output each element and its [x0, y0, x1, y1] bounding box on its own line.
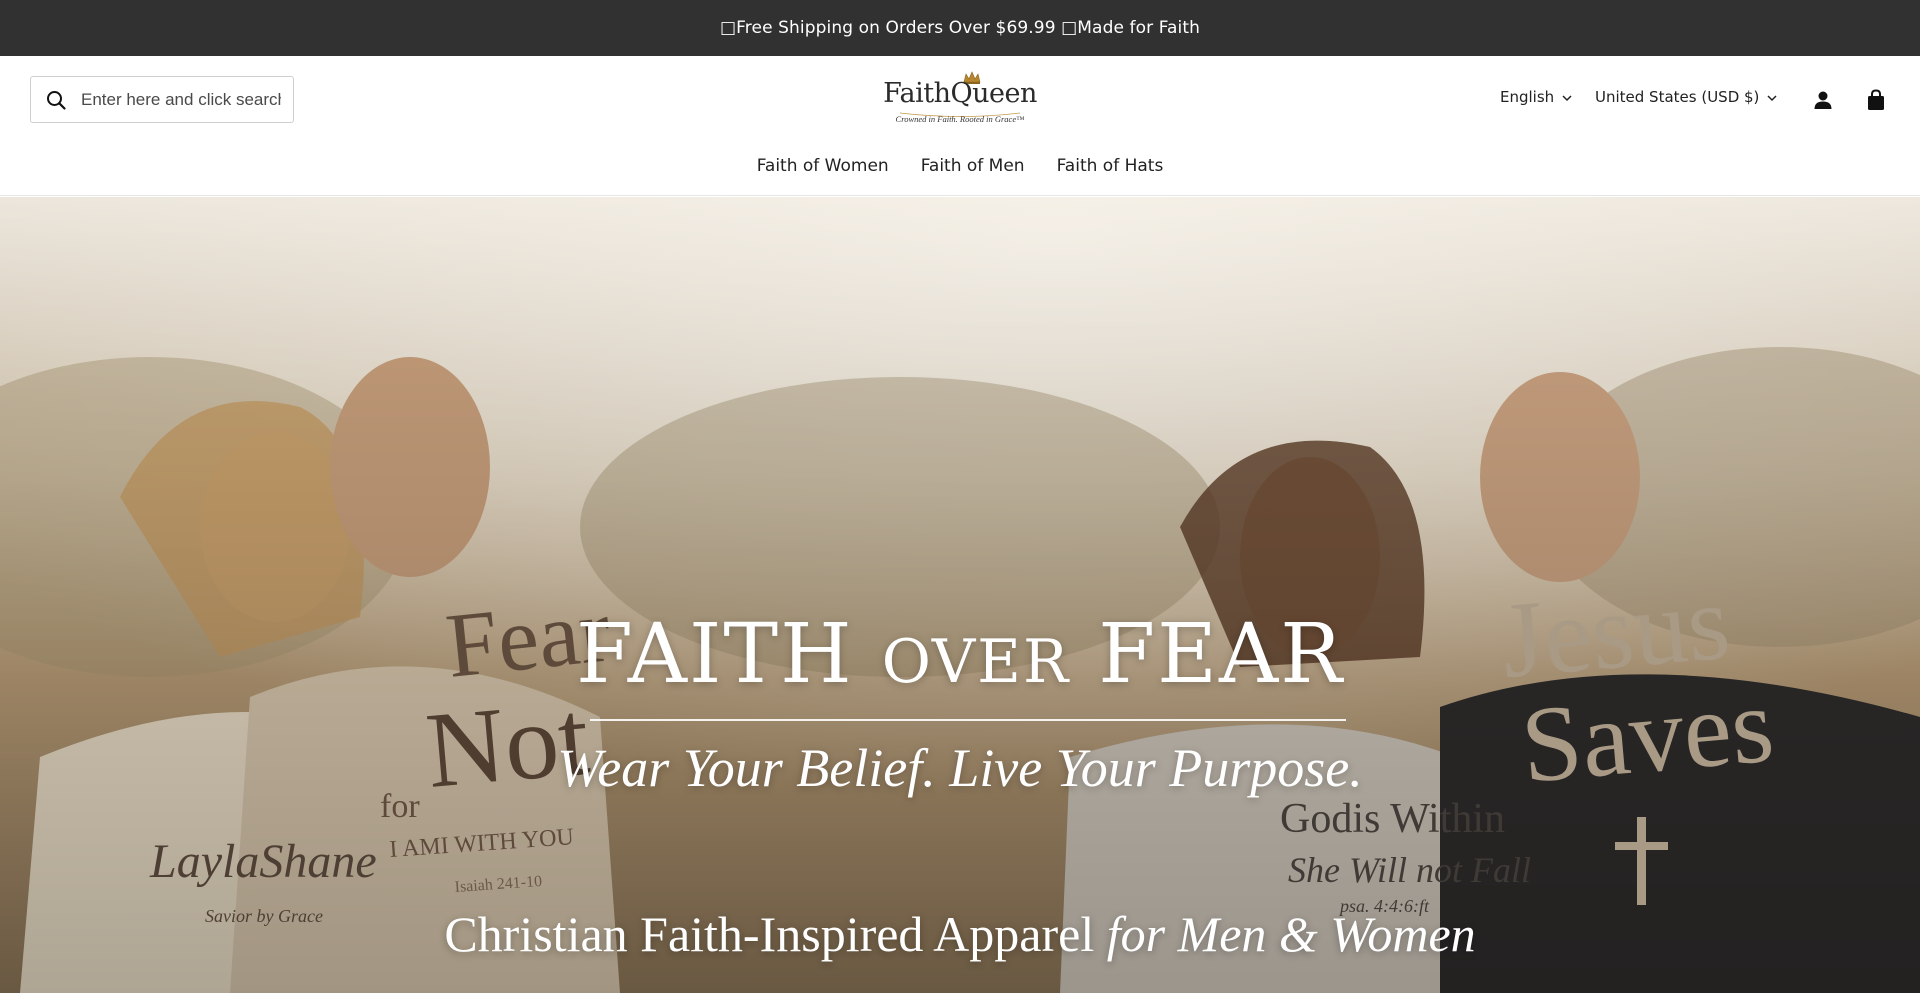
hero-tagline-part: for Men & Women	[1106, 906, 1476, 962]
shirt-text: Godis Within	[1280, 796, 1505, 842]
hero-tagline: Christian Faith-Inspired Apparel for Men…	[0, 905, 1920, 963]
language-selector[interactable]: English	[1500, 88, 1572, 106]
cart-icon[interactable]	[1862, 86, 1890, 114]
nav-item-faith-of-hats[interactable]: Faith of Hats	[1057, 156, 1164, 192]
announcement-text: □Free Shipping on Orders Over $69.99 □Ma…	[719, 18, 1200, 38]
main-nav: Faith of Women Faith of Men Faith of Hat…	[0, 156, 1920, 192]
hero-title: FAITH OVER FEAR	[0, 607, 1920, 702]
site-logo[interactable]: FaithQueen Crowned in Faith. Rooted in G…	[880, 68, 1040, 128]
country-label: United States (USD $)	[1595, 88, 1760, 106]
hero-divider	[590, 719, 1346, 721]
account-icon[interactable]	[1809, 86, 1837, 114]
hero-title-part: OVER	[881, 627, 1071, 697]
search-box[interactable]	[30, 76, 294, 123]
hero-tagline-part: Christian Faith-Inspired Apparel	[444, 906, 1095, 962]
hero-banner[interactable]: Fear Not for I AMI WITH YOU Isaiah 241-1…	[0, 197, 1920, 993]
search-input[interactable]	[81, 89, 281, 110]
logo-tagline: Crowned in Faith. Rooted in Grace™	[895, 114, 1025, 124]
shirt-text: LaylaShane	[149, 835, 377, 888]
site-header: FaithQueen Crowned in Faith. Rooted in G…	[0, 56, 1920, 196]
search-icon[interactable]	[31, 77, 81, 122]
hero-subtitle: Wear Your Belief. Live Your Purpose.	[557, 738, 1363, 798]
nav-item-faith-of-women[interactable]: Faith of Women	[757, 156, 889, 192]
nav-item-faith-of-men[interactable]: Faith of Men	[921, 156, 1025, 192]
hero-title-part: FEAR	[1098, 607, 1344, 702]
language-label: English	[1500, 88, 1555, 106]
logo-title: FaithQueen	[883, 78, 1037, 109]
country-selector[interactable]: United States (USD $)	[1595, 88, 1777, 106]
shirt-text: She Will not Fall	[1288, 850, 1531, 890]
hero-image: Fear Not for I AMI WITH YOU Isaiah 241-1…	[0, 197, 1920, 993]
hero-title-part: FAITH	[576, 607, 854, 702]
chevron-down-icon	[1767, 88, 1777, 106]
chevron-down-icon	[1562, 88, 1572, 106]
announcement-bar: □Free Shipping on Orders Over $69.99 □Ma…	[0, 0, 1920, 56]
cross-icon	[1637, 817, 1646, 905]
